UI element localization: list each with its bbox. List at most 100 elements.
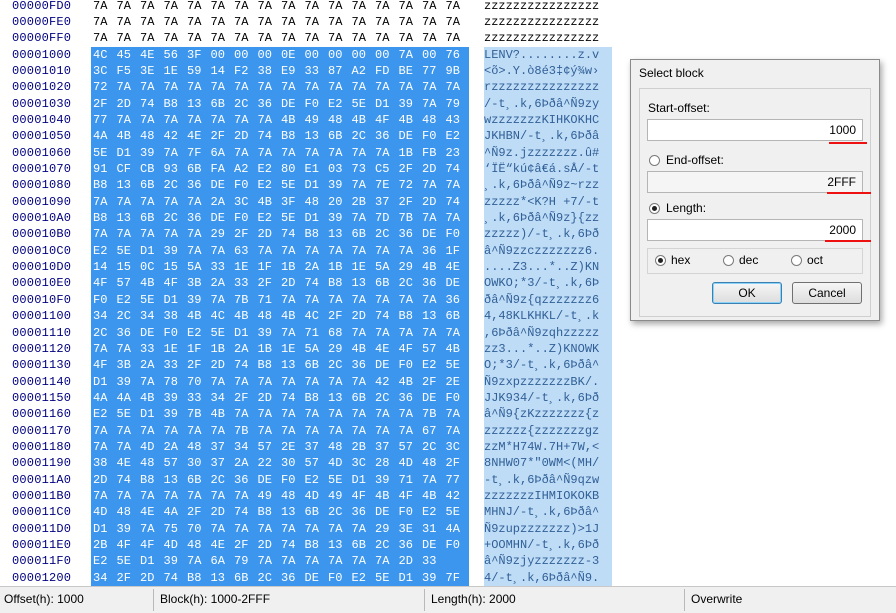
hex-byte[interactable]: CB — [140, 161, 163, 177]
hex-byte[interactable]: 4B — [140, 275, 163, 291]
hex-byte[interactable]: 3C — [93, 63, 116, 79]
hex-byte[interactable]: 36 — [187, 210, 210, 226]
hex-byte[interactable]: 74 — [281, 537, 304, 553]
hex-byte[interactable]: F0 — [234, 210, 257, 226]
hex-byte[interactable]: 7A — [140, 226, 163, 242]
hex-byte[interactable]: 1F — [258, 259, 281, 275]
hex-row[interactable]: 00001100 34 2C 34 38 4B 4C 4B 48 4B 4C 2F 2D 74 B8 13 6B… — [0, 308, 620, 325]
hex-byte[interactable]: 7A — [258, 521, 281, 537]
hex-byte[interactable]: 4D — [305, 488, 328, 504]
hex-byte[interactable]: 7A — [375, 145, 398, 161]
hex-byte[interactable]: 42 — [375, 374, 398, 390]
hex-byte[interactable]: 2D — [281, 275, 304, 291]
hex-byte[interactable]: 7A — [258, 30, 281, 46]
hex-byte[interactable]: 57 — [422, 341, 445, 357]
hex-byte[interactable]: 7A — [117, 423, 140, 439]
hex-byte[interactable]: 7A — [281, 0, 304, 14]
ascii-text[interactable]: zzzzzzzzzzzzzzzz — [484, 14, 612, 30]
hex-byte[interactable]: 4B — [281, 112, 304, 128]
hex-byte[interactable]: 36 — [399, 390, 422, 406]
hex-byte[interactable]: 7A — [352, 14, 375, 30]
hex-byte[interactable]: 7A — [164, 14, 187, 30]
hex-row[interactable]: 00001170 7A 7A 7A 7A 7A 7A 7B 7A 7A 7A 7A 7A 7A 7A 67 7A… — [0, 422, 620, 439]
hex-byte[interactable]: 4B — [234, 308, 257, 324]
hex-byte[interactable]: 7A — [399, 30, 422, 46]
hex-byte[interactable]: DE — [446, 275, 469, 291]
hex-byte[interactable]: 37 — [375, 194, 398, 210]
hex-byte[interactable]: 74 — [258, 128, 281, 144]
hex-byte[interactable]: 2D — [399, 553, 422, 569]
hex-byte[interactable]: 4B — [352, 341, 375, 357]
hex-byte[interactable]: 7A — [375, 292, 398, 308]
hex-byte[interactable]: 76 — [446, 47, 469, 63]
hex-byte[interactable]: 7A — [258, 79, 281, 95]
hex-row[interactable]: 00001110 2C 36 DE F0 E2 5E D1 39 7A 71 68 7A 7A 7A 7A 7A… — [0, 324, 620, 341]
hex-byte[interactable]: 2C — [352, 128, 375, 144]
hex-byte[interactable]: 7A — [375, 14, 398, 30]
hex-byte[interactable]: 15 — [117, 259, 140, 275]
hex-row[interactable]: 00001180 7A 7A 4D 2A 48 37 34 57 2E 37 48 2B 37 57 2C 3C… — [0, 438, 620, 456]
hex-byte[interactable]: 74 — [305, 275, 328, 291]
hex-byte[interactable]: 29 — [375, 521, 398, 537]
hex-bytes[interactable]: 34 2F 2D 74 B8 13 6B 2C 36 DE F0 E2 5E D1 39 7F — [91, 569, 469, 586]
hex-byte[interactable]: DE — [258, 472, 281, 488]
hex-byte[interactable]: 7A — [352, 423, 375, 439]
hex-byte[interactable]: F0 — [446, 537, 469, 553]
hex-bytes[interactable]: 7A 7A 33 1E 1F 1B 2A 1B 1E 5A 29 4B 4E 4F 57 4B — [91, 340, 469, 358]
hex-byte[interactable]: 13 — [352, 275, 375, 291]
hex-byte[interactable]: 7A — [281, 423, 304, 439]
hex-byte[interactable]: 7A — [93, 14, 116, 30]
hex-bytes[interactable]: B8 13 6B 2C 36 DE F0 E2 5E D1 39 7A 7D 7B 7A 7A — [91, 210, 469, 227]
hex-byte[interactable]: F0 — [446, 226, 469, 242]
ascii-text[interactable]: zzzzzzzIHMIOKOKB — [484, 488, 612, 505]
hex-bytes[interactable]: 4D 48 4E 4A 2F 2D 74 B8 13 6B 2C 36 DE F0 E2 5E — [91, 504, 469, 521]
ascii-text[interactable]: JJK934/-t¸.k,6Þð — [484, 389, 612, 407]
hex-byte[interactable]: 4E — [211, 537, 234, 553]
hex-byte[interactable]: 7A — [446, 325, 469, 341]
hex-byte[interactable]: 48 — [281, 488, 304, 504]
hex-byte[interactable]: 29 — [211, 226, 234, 242]
hex-byte[interactable]: 5A — [187, 259, 210, 275]
ascii-text[interactable]: ^Ñ9z.jzzzzzzz.û# — [484, 144, 612, 162]
hex-byte[interactable]: 33 — [305, 63, 328, 79]
hex-byte[interactable]: 7A — [328, 30, 351, 46]
hex-byte[interactable]: 7A — [352, 521, 375, 537]
hex-byte[interactable]: 4F — [117, 537, 140, 553]
hex-byte[interactable]: 13 — [328, 537, 351, 553]
hex-byte[interactable]: 4F — [93, 275, 116, 291]
hex-byte[interactable]: E2 — [258, 177, 281, 193]
hex-byte[interactable]: 7A — [281, 14, 304, 30]
hex-byte[interactable]: 30 — [187, 455, 210, 471]
hex-byte[interactable]: 7A — [93, 439, 116, 455]
hex-byte[interactable]: 49 — [258, 488, 281, 504]
hex-byte[interactable]: 36 — [352, 357, 375, 373]
hex-byte[interactable]: 91 — [93, 161, 116, 177]
hex-byte[interactable]: D1 — [399, 570, 422, 586]
hex-byte[interactable]: 4A — [93, 128, 116, 144]
hex-byte[interactable]: 13 — [328, 390, 351, 406]
hex-byte[interactable]: 7A — [211, 30, 234, 46]
hex-byte[interactable]: 7A — [399, 47, 422, 63]
hex-row[interactable]: 00001120 7A 7A 33 1E 1F 1B 2A 1B 1E 5A 29 4B 4E 4F 57 4B… — [0, 340, 620, 358]
hex-byte[interactable]: 2D — [117, 96, 140, 112]
hex-byte[interactable]: 5E — [117, 406, 140, 422]
hex-byte[interactable]: 2A — [234, 455, 257, 471]
hex-byte[interactable]: 23 — [446, 145, 469, 161]
hex-byte[interactable]: 7A — [164, 0, 187, 14]
hex-byte[interactable]: 36 — [375, 128, 398, 144]
hex-byte[interactable]: 42 — [446, 488, 469, 504]
hex-byte[interactable]: 5A — [305, 341, 328, 357]
ok-button[interactable]: OK — [712, 282, 782, 304]
hex-byte[interactable]: 7A — [422, 292, 445, 308]
hex-byte[interactable]: 7A — [446, 423, 469, 439]
hex-byte[interactable]: 39 — [164, 406, 187, 422]
hex-byte[interactable]: 33 — [140, 341, 163, 357]
hex-byte[interactable]: E2 — [446, 128, 469, 144]
hex-byte[interactable]: 13 — [305, 128, 328, 144]
hex-byte[interactable]: 74 — [140, 96, 163, 112]
ascii-text[interactable]: O;*3/-t¸.k,6Þðâ^ — [484, 357, 612, 374]
hex-byte[interactable]: 2D — [140, 570, 163, 586]
hex-byte[interactable]: 2A — [164, 439, 187, 455]
hex-byte[interactable]: 13 — [117, 177, 140, 193]
hex-byte[interactable]: 48 — [140, 455, 163, 471]
